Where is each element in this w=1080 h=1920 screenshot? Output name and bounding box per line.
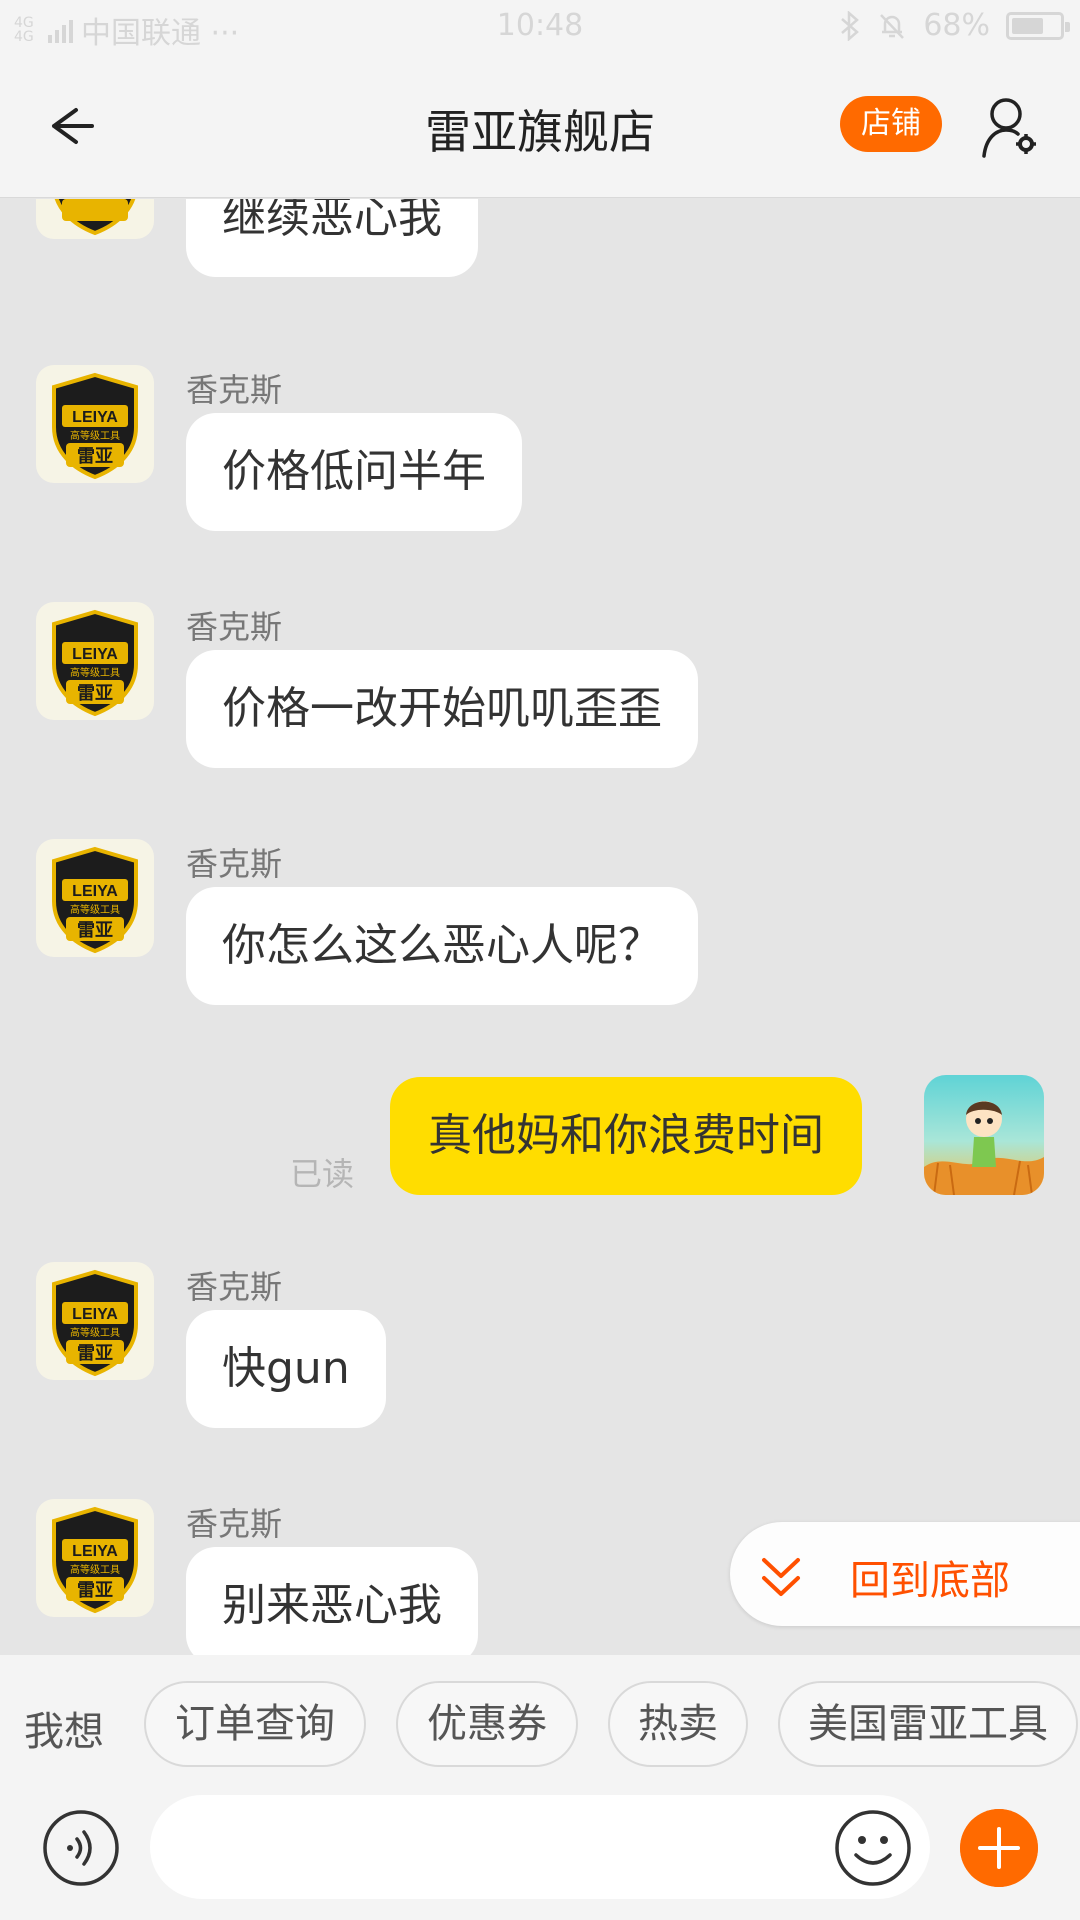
- quick-reply-chip[interactable]: 优惠券: [396, 1681, 578, 1767]
- logo-name: 雷亚: [77, 446, 113, 467]
- leiya-logo-icon: [54, 199, 136, 236]
- battery-level: [1012, 17, 1044, 34]
- double-chevron-down-icon: [762, 1558, 800, 1596]
- logo-name: 雷亚: [77, 920, 113, 941]
- battery-icon: [1006, 11, 1070, 40]
- shop-button[interactable]: 店铺: [840, 96, 942, 152]
- quick-reply-bar: 我想 订单查询 优惠券 热卖 美国雷亚工具: [0, 1655, 1080, 1795]
- message-input[interactable]: [150, 1795, 930, 1899]
- message-bubble[interactable]: 别来恶心我: [186, 1547, 478, 1655]
- user-settings-icon[interactable]: [980, 94, 1040, 160]
- bluetooth-icon: [841, 10, 860, 41]
- emoji-icon[interactable]: [834, 1809, 912, 1887]
- sender-name: 香克斯: [186, 1268, 283, 1306]
- logo-name: 雷亚: [77, 1580, 113, 1601]
- input-bar: [0, 1795, 1080, 1920]
- logo-brand: LEIYA: [72, 409, 118, 426]
- sender-name: 香克斯: [186, 845, 283, 883]
- status-bar: 4G 4G 中国联通 ··· 10:48 68%: [0, 0, 1080, 56]
- leiya-logo-icon: LEIYA 高等级工具 雷亚: [52, 846, 138, 954]
- logo-subtitle: 高等级工具: [70, 666, 120, 679]
- back-to-bottom-button[interactable]: 回到底部: [730, 1522, 1080, 1626]
- leiya-logo-icon: LEIYA 高等级工具 雷亚: [52, 372, 138, 480]
- logo-brand: LEIYA: [72, 646, 118, 663]
- shop-avatar[interactable]: LEIYA 高等级工具 雷亚: [36, 602, 154, 720]
- logo-name: 雷亚: [77, 683, 113, 704]
- message-bubble[interactable]: 价格低问半年: [186, 413, 522, 531]
- mute-bell-icon: [880, 13, 905, 39]
- quick-reply-chip[interactable]: 热卖: [608, 1681, 748, 1767]
- leiya-logo-icon: LEIYA 高等级工具 雷亚: [52, 609, 138, 717]
- logo-name: 雷亚: [77, 1343, 113, 1364]
- voice-input-icon[interactable]: [42, 1809, 120, 1887]
- logo-brand: LEIYA: [72, 1543, 118, 1560]
- logo-subtitle: 高等级工具: [70, 1326, 120, 1339]
- cartoon-boy-avatar-icon: [924, 1075, 1044, 1195]
- sender-name: 香克斯: [186, 1505, 283, 1543]
- shop-avatar[interactable]: LEIYA 高等级工具 雷亚: [36, 1499, 154, 1617]
- logo-subtitle: 高等级工具: [70, 429, 120, 442]
- sender-name: 香克斯: [186, 371, 283, 409]
- message-bubble-mine[interactable]: 真他妈和你浪费时间: [390, 1077, 862, 1195]
- shop-avatar[interactable]: LEIYA 高等级工具 雷亚: [36, 839, 154, 957]
- message-bubble[interactable]: 快gun: [186, 1310, 386, 1428]
- read-status: 已读: [290, 1155, 355, 1193]
- logo-brand: LEIYA: [72, 1306, 118, 1323]
- logo-subtitle: 高等级工具: [70, 1563, 120, 1576]
- shop-avatar[interactable]: [36, 199, 154, 239]
- leiya-logo-icon: LEIYA 高等级工具 雷亚: [52, 1506, 138, 1614]
- chat-area[interactable]: 继续恶心我 LEIYA 高等级工具 雷亚 香克斯 价格低问半年 LEIYA 高等…: [0, 199, 1080, 1655]
- shop-avatar[interactable]: LEIYA 高等级工具 雷亚: [36, 1262, 154, 1380]
- status-right: 68%: [839, 8, 1070, 43]
- message-bubble[interactable]: 价格一改开始叽叽歪歪: [186, 650, 698, 768]
- quick-reply-chip[interactable]: 美国雷亚工具: [778, 1681, 1078, 1767]
- back-to-bottom-label: 回到底部: [850, 1558, 1010, 1604]
- leiya-logo-icon: LEIYA 高等级工具 雷亚: [52, 1269, 138, 1377]
- battery-percent: 68%: [923, 8, 990, 43]
- shop-avatar[interactable]: LEIYA 高等级工具 雷亚: [36, 365, 154, 483]
- plus-icon[interactable]: [960, 1809, 1038, 1887]
- logo-brand: LEIYA: [72, 883, 118, 900]
- quick-reply-label: 我想: [24, 1709, 104, 1755]
- logo-subtitle: 高等级工具: [70, 903, 120, 916]
- navigation-bar: 雷亚旗舰店 店铺: [0, 56, 1080, 198]
- sender-name: 香克斯: [186, 608, 283, 646]
- message-bubble[interactable]: 继续恶心我: [186, 199, 478, 277]
- quick-reply-chip[interactable]: 订单查询: [144, 1681, 366, 1767]
- my-avatar[interactable]: [924, 1075, 1044, 1195]
- message-bubble[interactable]: 你怎么这么恶心人呢？: [186, 887, 698, 1005]
